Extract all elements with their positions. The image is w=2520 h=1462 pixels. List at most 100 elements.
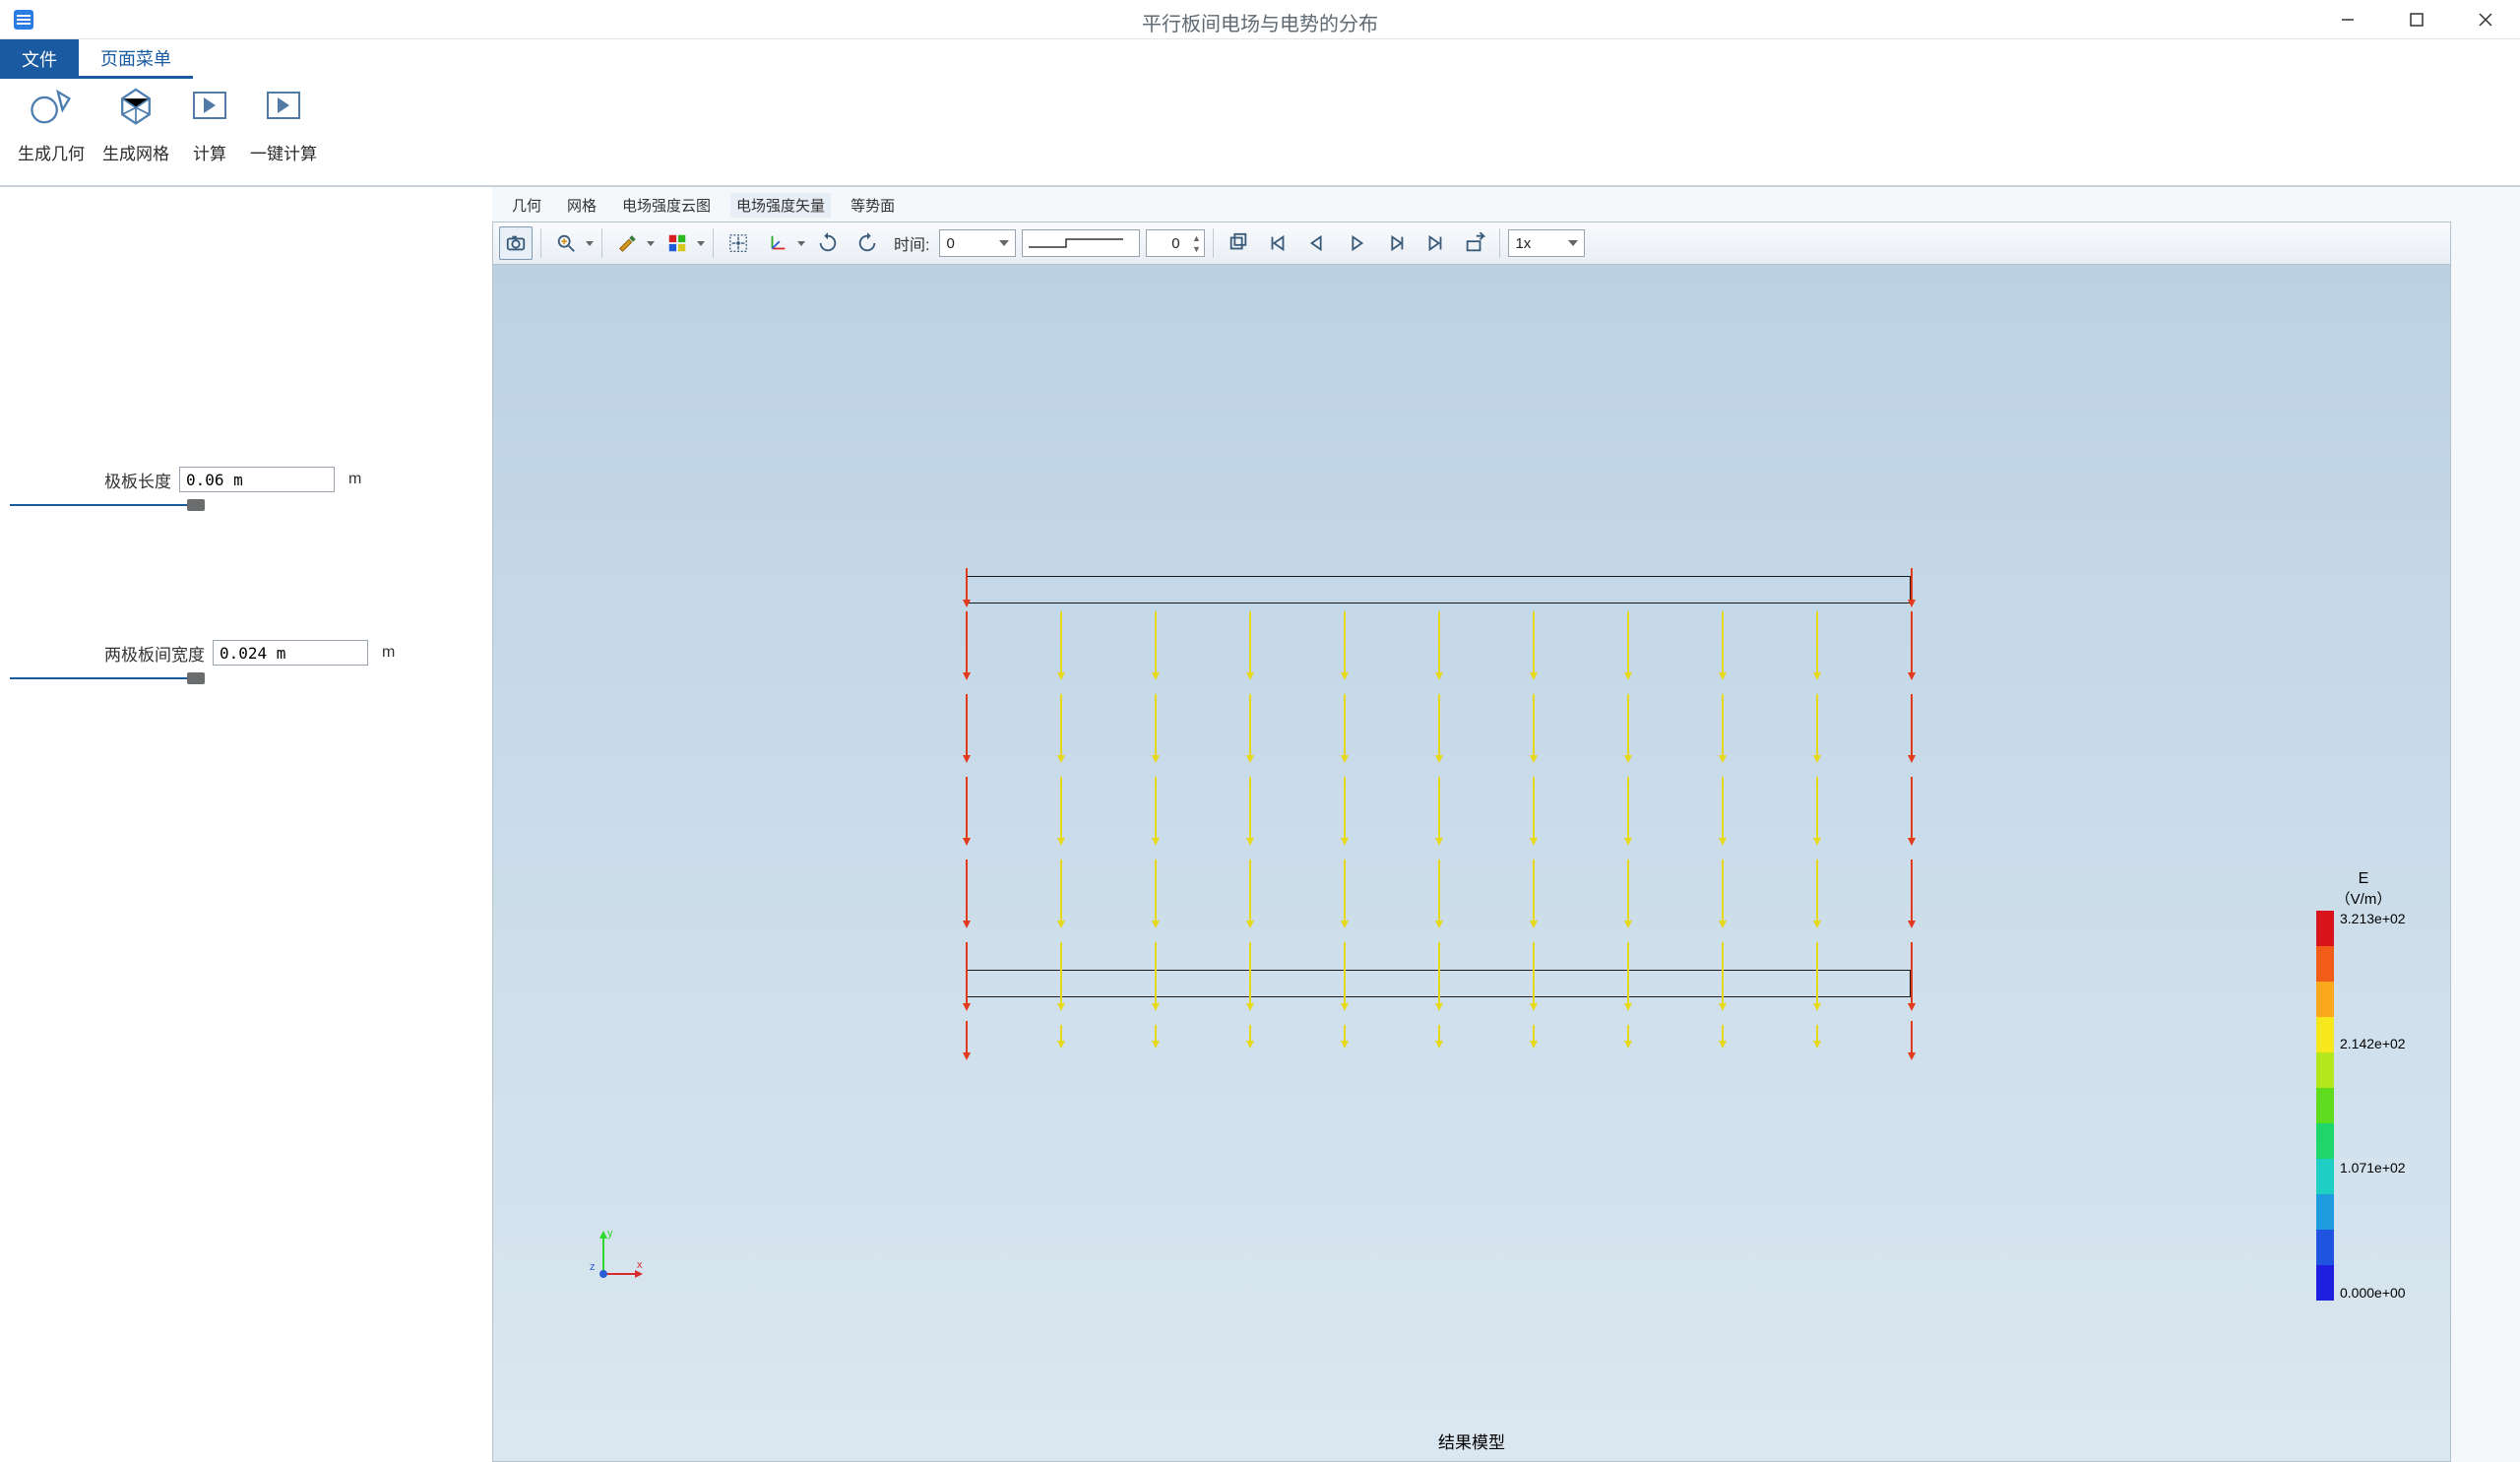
- field-arrow-edge: [1911, 568, 1913, 615]
- field-arrow-overflow: [1438, 1025, 1440, 1072]
- field-arrow: [1627, 694, 1629, 765]
- field-arrow-overflow: [1249, 1025, 1251, 1072]
- view-tab-cloud[interactable]: 电场强度云图: [616, 193, 717, 218]
- field-arrow: [1722, 611, 1724, 682]
- window-controls: [2313, 0, 2520, 39]
- field-arrow-edge: [966, 1021, 968, 1068]
- frame-spin[interactable]: 0 ▲▼: [1146, 229, 1205, 257]
- crop-icon[interactable]: [1222, 226, 1255, 260]
- field-arrow-edge: [1911, 1021, 1913, 1068]
- rotate-cw-icon[interactable]: [811, 226, 845, 260]
- close-button[interactable]: [2451, 0, 2520, 39]
- param-plate-gap-unit: m: [382, 644, 395, 662]
- brush-dropdown-icon[interactable]: [647, 241, 655, 246]
- axes-icon[interactable]: [761, 226, 794, 260]
- field-arrow: [1911, 611, 1913, 682]
- play-icon[interactable]: [1340, 226, 1373, 260]
- field-arrow: [966, 694, 968, 765]
- view-tab-mesh[interactable]: 网格: [561, 193, 602, 218]
- speed-dropdown[interactable]: 1x: [1508, 229, 1585, 257]
- field-arrow: [1816, 611, 1818, 682]
- view-tab-vector[interactable]: 电场强度矢量: [730, 193, 831, 218]
- color-legend: E （V/m） 3.213e+022.142e+021.071e+020.000…: [2304, 870, 2423, 1301]
- maximize-button[interactable]: [2382, 0, 2451, 39]
- param-plate-gap-slider[interactable]: [10, 671, 305, 685]
- view-tab-geometry[interactable]: 几何: [506, 193, 547, 218]
- compute-icon: [187, 85, 232, 126]
- field-arrow: [1722, 694, 1724, 765]
- field-arrow: [1627, 859, 1629, 930]
- brush-icon[interactable]: [610, 226, 644, 260]
- field-arrow: [1344, 694, 1346, 765]
- field-arrow: [1060, 859, 1062, 930]
- axes-dropdown-icon[interactable]: [797, 241, 805, 246]
- first-icon[interactable]: [1261, 226, 1294, 260]
- field-arrow: [1911, 859, 1913, 930]
- palette-dropdown-icon[interactable]: [697, 241, 705, 246]
- field-arrow: [1722, 777, 1724, 848]
- param-plate-length-slider[interactable]: [10, 498, 305, 512]
- fit-icon[interactable]: [722, 226, 755, 260]
- zoom-dropdown-icon[interactable]: [586, 241, 594, 246]
- btn-compute[interactable]: 计算: [187, 85, 232, 164]
- btn-gen-mesh[interactable]: 生成网格: [102, 85, 169, 164]
- btn-one-key-compute[interactable]: 一键计算: [250, 85, 317, 164]
- param-plate-gap-input[interactable]: [213, 640, 368, 666]
- viewport[interactable]: y x z E （V/m） 3.: [492, 265, 2451, 1462]
- field-arrow: [1344, 611, 1346, 682]
- camera-icon[interactable]: [499, 226, 533, 260]
- legend-tick: 0.000e+00: [2340, 1285, 2406, 1301]
- time-value: 0: [946, 235, 954, 252]
- next-icon[interactable]: [1379, 226, 1413, 260]
- axis-triad: y x z: [586, 1225, 645, 1284]
- field-vectors: [966, 604, 1911, 1017]
- legend-unit: （V/m）: [2304, 888, 2423, 909]
- field-arrow: [1722, 859, 1724, 930]
- field-arrow: [1533, 694, 1535, 765]
- field-arrow-overflow: [1155, 1025, 1157, 1072]
- tab-file[interactable]: 文件: [0, 39, 79, 79]
- field-arrow: [1249, 942, 1251, 1013]
- time-label: 时间:: [894, 231, 929, 255]
- prev-icon[interactable]: [1300, 226, 1334, 260]
- field-arrow: [1911, 942, 1913, 1013]
- field-arrow: [1533, 611, 1535, 682]
- field-arrow: [1060, 611, 1062, 682]
- field-arrow: [1816, 859, 1818, 930]
- window-title: 平行板间电场与电势的分布: [1142, 8, 1378, 36]
- legend-tick: 2.142e+02: [2340, 1036, 2406, 1051]
- param-plate-length-input[interactable]: [179, 467, 335, 492]
- svg-text:x: x: [637, 1259, 643, 1271]
- svg-text:y: y: [607, 1228, 613, 1240]
- time-dropdown[interactable]: 0: [939, 229, 1016, 257]
- field-arrow: [1438, 777, 1440, 848]
- btn-compute-label: 计算: [193, 140, 226, 164]
- zoom-icon[interactable]: [549, 226, 583, 260]
- field-arrow: [966, 611, 968, 682]
- legend-title: E: [2304, 870, 2423, 888]
- btn-gen-geometry[interactable]: 生成几何: [18, 85, 85, 164]
- field-arrow: [1627, 777, 1629, 848]
- viewport-toolbar: 时间: 0 0 ▲▼ 1x: [492, 222, 2451, 265]
- canvas-panel: 几何 网格 电场强度云图 电场强度矢量 等势面: [492, 187, 2520, 1462]
- legend-tick: 1.071e+02: [2340, 1160, 2406, 1176]
- tab-page-menu[interactable]: 页面菜单: [79, 39, 193, 79]
- field-arrow-overflow: [1344, 1025, 1346, 1072]
- svg-text:z: z: [590, 1261, 596, 1273]
- rotate-ccw-icon[interactable]: [850, 226, 884, 260]
- mesh-icon: [113, 85, 158, 126]
- last-icon[interactable]: [1418, 226, 1452, 260]
- one-key-compute-icon: [261, 85, 306, 126]
- field-arrow: [1155, 611, 1157, 682]
- field-arrow: [1155, 777, 1157, 848]
- param-plate-length-unit: m: [348, 471, 361, 488]
- palette-icon[interactable]: [661, 226, 694, 260]
- export-icon[interactable]: [1458, 226, 1491, 260]
- field-arrow: [1911, 694, 1913, 765]
- minimize-button[interactable]: [2313, 0, 2382, 39]
- view-tab-contour[interactable]: 等势面: [845, 193, 901, 218]
- viewport-footer: 结果模型: [1438, 1429, 1505, 1453]
- sidebar: 极板长度 m 两极板间宽度 m: [0, 187, 492, 1462]
- param-plate-gap: 两极板间宽度 m: [0, 581, 492, 754]
- field-arrow: [1438, 859, 1440, 930]
